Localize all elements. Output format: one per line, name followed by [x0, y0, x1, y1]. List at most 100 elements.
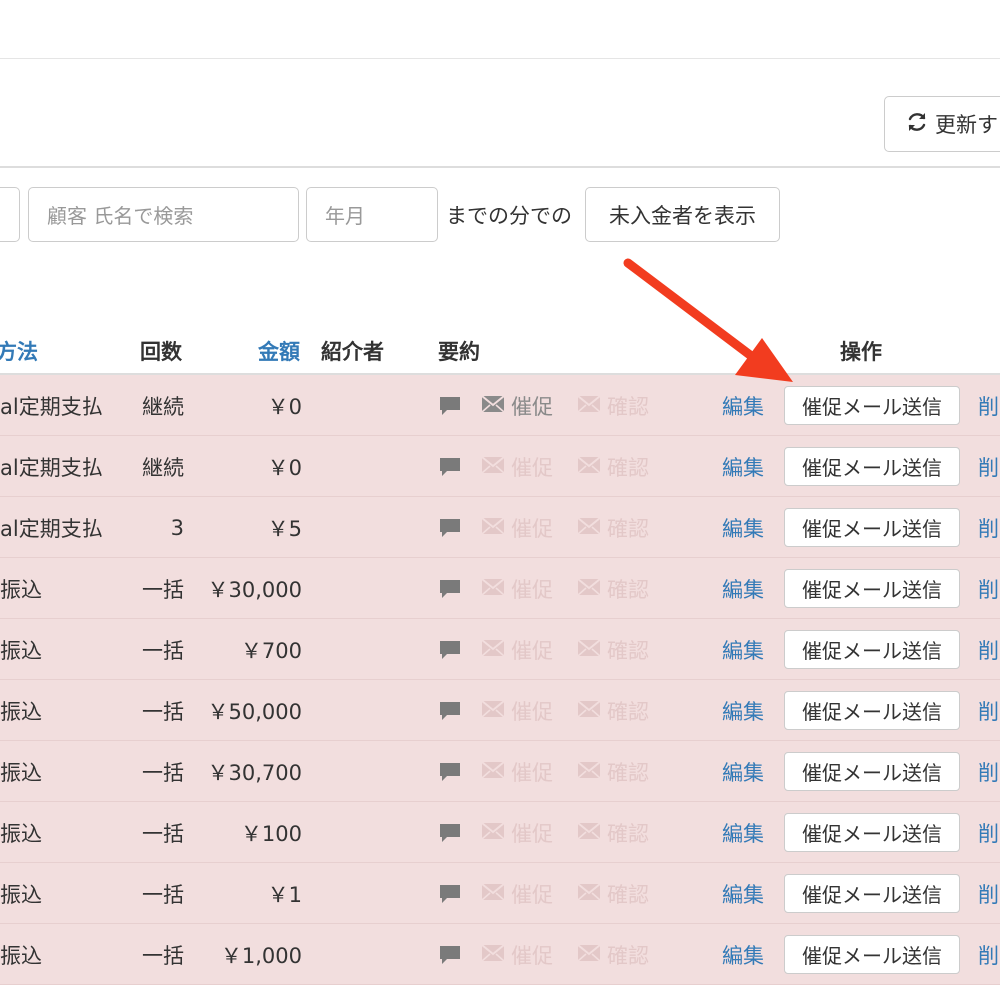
- confirm-status: 確認: [577, 802, 649, 863]
- payment-method: 振込: [0, 821, 42, 846]
- confirm-label: 確認: [607, 760, 649, 785]
- confirm-label: 確認: [607, 821, 649, 846]
- payments-table-body: al定期支払 継続 ￥0 催促 確認 編集 催促メール送信削 al定期支払 継続 ￥0 催促 確認 編集…: [0, 375, 1000, 985]
- envelope-icon: [577, 821, 601, 845]
- payment-count: 3: [170, 515, 184, 540]
- payment-amount: ￥100: [240, 821, 302, 846]
- edit-link[interactable]: 編集: [722, 741, 764, 802]
- delete-link[interactable]: 削: [978, 619, 999, 680]
- remind-label: 催促: [511, 943, 553, 968]
- column-header-method[interactable]: 方法: [0, 336, 38, 366]
- edit-link[interactable]: 編集: [722, 497, 764, 558]
- refresh-button[interactable]: 更新す: [884, 96, 1000, 152]
- delete-link[interactable]: 削: [978, 863, 999, 924]
- delete-link[interactable]: 削: [978, 802, 999, 863]
- delete-link[interactable]: 削: [978, 924, 999, 985]
- confirm-status: 確認: [577, 497, 649, 558]
- remind-label: 催促: [511, 882, 553, 907]
- comment-icon[interactable]: [438, 619, 462, 680]
- edit-link[interactable]: 編集: [722, 558, 764, 619]
- remind-label: 催促: [511, 394, 553, 419]
- envelope-icon: [577, 882, 601, 906]
- filter-input-partial[interactable]: [0, 187, 20, 242]
- payment-amount: ￥30,700: [207, 760, 302, 785]
- delete-link[interactable]: 削: [978, 680, 999, 741]
- edit-link[interactable]: 編集: [722, 375, 764, 436]
- delete-link[interactable]: 削: [978, 436, 999, 497]
- delete-link[interactable]: 削: [978, 497, 999, 558]
- comment-icon[interactable]: [438, 924, 462, 985]
- year-month-input[interactable]: 年月: [306, 187, 438, 242]
- comment-icon[interactable]: [438, 741, 462, 802]
- send-reminder-email-button[interactable]: 催促メール送信: [784, 630, 960, 669]
- customer-name-placeholder: 顧客 氏名で検索: [47, 204, 194, 228]
- envelope-icon: [481, 516, 505, 540]
- send-reminder-email-button[interactable]: 催促メール送信: [784, 874, 960, 913]
- delete-link[interactable]: 削: [978, 741, 999, 802]
- edit-link[interactable]: 編集: [722, 924, 764, 985]
- payment-method: al定期支払: [0, 394, 103, 419]
- payment-method: 振込: [0, 882, 42, 907]
- payment-amount: ￥700: [240, 638, 302, 663]
- send-reminder-email-button[interactable]: 催促メール送信: [784, 752, 960, 791]
- confirm-status: 確認: [577, 558, 649, 619]
- edit-link[interactable]: 編集: [722, 436, 764, 497]
- table-row: 振込 一括 ￥100 催促 確認 編集 催促メール送信削: [0, 802, 1000, 863]
- edit-link[interactable]: 編集: [722, 863, 764, 924]
- payment-count: 一括: [142, 882, 184, 907]
- customer-name-search-input[interactable]: 顧客 氏名で検索: [28, 187, 299, 242]
- table-row: 振込 一括 ￥700 催促 確認 編集 催促メール送信削: [0, 619, 1000, 680]
- send-reminder-email-button[interactable]: 催促メール送信: [784, 813, 960, 852]
- payment-amount: ￥1: [267, 882, 302, 907]
- envelope-icon: [481, 943, 505, 967]
- table-row: al定期支払 3 ￥5 催促 確認 編集 催促メール送信削: [0, 497, 1000, 558]
- send-reminder-email-button[interactable]: 催促メール送信: [784, 691, 960, 730]
- edit-link[interactable]: 編集: [722, 680, 764, 741]
- top-divider: [0, 58, 1000, 59]
- edit-link[interactable]: 編集: [722, 619, 764, 680]
- until-label: までの分での: [446, 204, 572, 228]
- payment-count: 一括: [142, 821, 184, 846]
- column-header-amount[interactable]: 金額: [258, 336, 300, 366]
- confirm-label: 確認: [607, 699, 649, 724]
- delete-link[interactable]: 削: [978, 375, 999, 436]
- send-reminder-email-button[interactable]: 催促メール送信: [784, 935, 960, 974]
- comment-icon[interactable]: [438, 375, 462, 436]
- confirm-label: 確認: [607, 577, 649, 602]
- remind-status: 催促: [481, 680, 553, 741]
- send-reminder-email-button[interactable]: 催促メール送信: [784, 447, 960, 486]
- send-reminder-email-button[interactable]: 催促メール送信: [784, 508, 960, 547]
- confirm-status: 確認: [577, 619, 649, 680]
- envelope-icon: [577, 577, 601, 601]
- send-reminder-email-button[interactable]: 催促メール送信: [784, 386, 960, 425]
- envelope-icon: [481, 394, 505, 418]
- payment-count: 一括: [142, 699, 184, 724]
- send-reminder-email-button[interactable]: 催促メール送信: [784, 569, 960, 608]
- envelope-icon: [577, 943, 601, 967]
- confirm-status: 確認: [577, 741, 649, 802]
- comment-icon[interactable]: [438, 497, 462, 558]
- payment-amount: ￥0: [267, 394, 302, 419]
- comment-icon[interactable]: [438, 558, 462, 619]
- comment-icon[interactable]: [438, 863, 462, 924]
- remind-status: 催促: [481, 497, 553, 558]
- remind-label: 催促: [511, 699, 553, 724]
- comment-icon[interactable]: [438, 680, 462, 741]
- edit-link[interactable]: 編集: [722, 802, 764, 863]
- envelope-icon: [481, 699, 505, 723]
- remind-label: 催促: [511, 577, 553, 602]
- payment-method: 振込: [0, 699, 42, 724]
- comment-icon[interactable]: [438, 436, 462, 497]
- remind-label: 催促: [511, 516, 553, 541]
- remind-label: 催促: [511, 821, 553, 846]
- confirm-status: 確認: [577, 680, 649, 741]
- confirm-label: 確認: [607, 394, 649, 419]
- comment-icon[interactable]: [438, 802, 462, 863]
- delete-link[interactable]: 削: [978, 558, 999, 619]
- payment-amount: ￥0: [267, 455, 302, 480]
- payment-count: 一括: [142, 760, 184, 785]
- envelope-icon: [577, 455, 601, 479]
- show-unpaid-button[interactable]: 未入金者を表示: [585, 187, 780, 242]
- table-row: 振込 一括 ￥30,700 催促 確認 編集 催促メール送信削: [0, 741, 1000, 802]
- year-month-placeholder: 年月: [325, 204, 365, 228]
